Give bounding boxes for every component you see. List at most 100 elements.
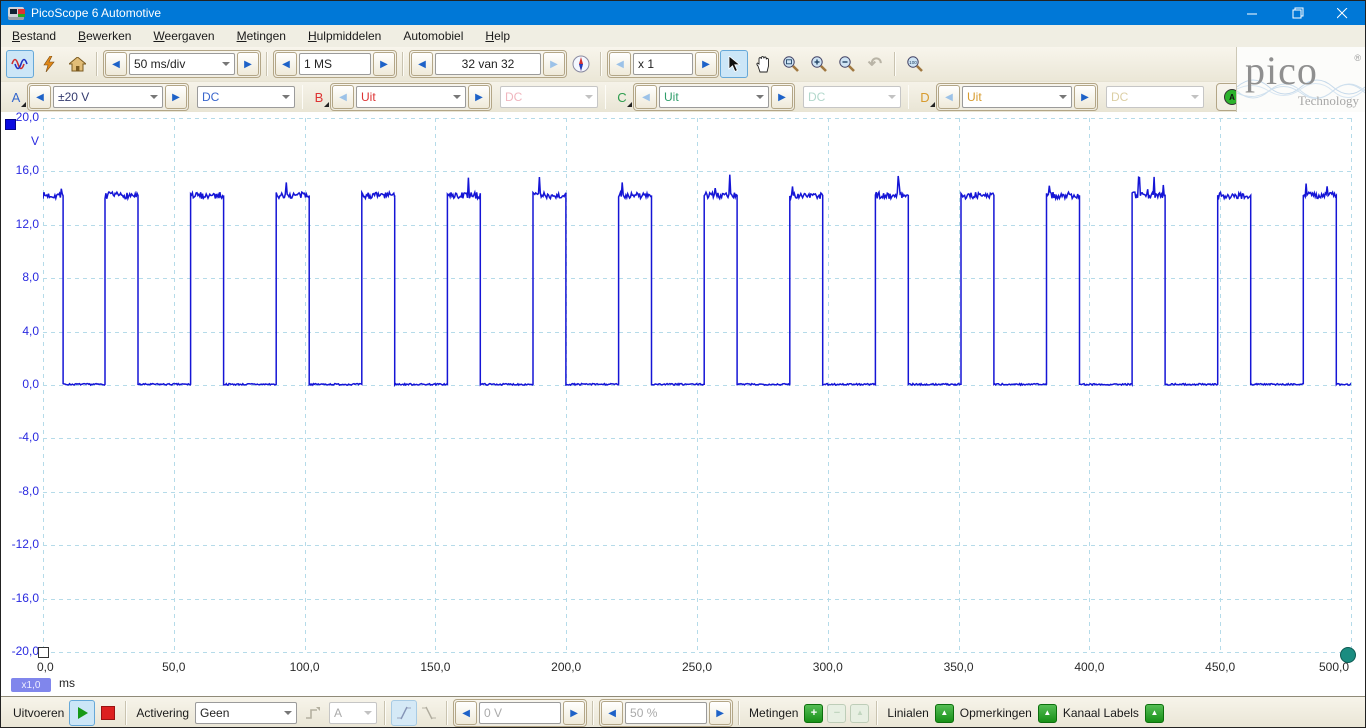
zoom-in-icon[interactable]	[806, 51, 832, 77]
channel-c-coupling-select[interactable]: DC	[803, 86, 901, 108]
home-icon[interactable]	[64, 51, 90, 77]
x-tick-label: 150,0	[405, 660, 465, 674]
menu-item-metingen[interactable]: Metingen	[226, 26, 297, 46]
samples-next-button[interactable]: ▶	[373, 52, 395, 76]
channel-b-range-select[interactable]: Uit	[356, 86, 466, 108]
channel-d-range-prev-button[interactable]: ◀	[938, 85, 960, 109]
chevron-down-icon	[150, 95, 158, 99]
app-window: PicoScope 6 Automotive BestandBewerkenWe…	[0, 0, 1366, 728]
zoom-factor-input[interactable]: x 1	[633, 53, 693, 75]
menu-item-hulpmiddelen[interactable]: Hulpmiddelen	[297, 26, 392, 46]
channel-a-range-prev-button[interactable]: ◀	[29, 85, 51, 109]
scope-view[interactable]: 20,016,012,08,04,00,0-4,0-8,0-12,0-16,0-…	[1, 112, 1366, 696]
menu-item-bestand[interactable]: Bestand	[1, 26, 67, 46]
trigger-marker-icon[interactable]	[300, 700, 326, 726]
window-title: PicoScope 6 Automotive	[31, 6, 1230, 20]
trigger-mode-select[interactable]: Geen	[195, 702, 297, 724]
channel-a-range-next-button[interactable]: ▶	[165, 85, 187, 109]
x-tick-label: 450,0	[1190, 660, 1250, 674]
channel-a-range-select[interactable]: ±20 V	[53, 86, 163, 108]
pretrigger-up-button[interactable]: ▶	[709, 701, 731, 725]
falling-edge-icon[interactable]	[417, 701, 441, 725]
channel-b-menu-button[interactable]: B	[308, 86, 330, 108]
app-icon	[8, 7, 24, 20]
notes-panel-button[interactable]: ▲	[1038, 704, 1057, 723]
y-tick-label: 12,0	[1, 217, 39, 231]
trigger-level-up-button[interactable]: ▶	[563, 701, 585, 725]
pretrigger-group: ◀ 50 % ▶	[599, 699, 733, 727]
compass-navigator-icon[interactable]	[568, 51, 594, 77]
trigger-level-down-button[interactable]: ◀	[455, 701, 477, 725]
channel-a-coupling-select[interactable]: DC	[197, 86, 295, 108]
y-tick-label: 8,0	[1, 270, 39, 284]
measurements-panel-button[interactable]: ▲	[850, 704, 869, 723]
pretrigger-input[interactable]: 50 %	[625, 702, 707, 724]
rising-edge-icon[interactable]	[391, 700, 417, 726]
chevron-down-icon	[282, 95, 290, 99]
channel-b-coupling-select[interactable]: DC	[500, 86, 598, 108]
pan-hand-icon[interactable]	[750, 51, 776, 77]
channel-b-range-next-button[interactable]: ▶	[468, 85, 490, 109]
x-tick-label: 0,0	[37, 660, 54, 674]
channel-a-axis-marker[interactable]	[5, 119, 16, 130]
pico-logo: pico ® Technology	[1236, 47, 1365, 113]
timebase-next-button[interactable]: ▶	[237, 52, 259, 76]
logo-subtext: Technology	[1298, 93, 1359, 109]
menu-item-bewerken[interactable]: Bewerken	[67, 26, 142, 46]
zoom-next-button[interactable]: ▶	[695, 52, 717, 76]
select-cursor-icon[interactable]	[720, 50, 748, 78]
run-button[interactable]	[69, 700, 95, 726]
axis-origin-handle[interactable]	[38, 647, 49, 658]
channel-d-menu-button[interactable]: D	[914, 86, 936, 108]
channel-b-range-prev-button[interactable]: ◀	[332, 85, 354, 109]
zoom-out-icon[interactable]	[834, 51, 860, 77]
channel-c-range-prev-button[interactable]: ◀	[635, 85, 657, 109]
channel-d-coupling-select[interactable]: DC	[1106, 86, 1204, 108]
waveform-view-icon[interactable]	[6, 50, 34, 78]
x-tick-label: 500,0	[1289, 660, 1349, 674]
zoom-factor-group: ◀ x 1 ▶	[607, 50, 719, 78]
menu-item-weergaven[interactable]: Weergaven	[142, 26, 225, 46]
trigger-level-input[interactable]: 0 V	[479, 702, 561, 724]
buffer-prev-button[interactable]: ◀	[411, 52, 433, 76]
channel-b-range-value: Uit	[361, 90, 376, 104]
channel-labels-panel-button[interactable]: ▲	[1145, 704, 1164, 723]
add-measurement-button[interactable]: +	[804, 704, 823, 723]
zoom-100-icon[interactable]: 100	[902, 51, 928, 77]
channel-d-range-next-button[interactable]: ▶	[1074, 85, 1096, 109]
trigger-end-marker[interactable]	[1340, 647, 1356, 663]
samples-prev-button[interactable]: ◀	[275, 52, 297, 76]
close-button[interactable]	[1320, 1, 1365, 25]
y-tick-label: -12,0	[1, 537, 39, 551]
zoom-prev-button[interactable]: ◀	[609, 52, 631, 76]
channel-d-range-value: Uit	[967, 90, 982, 104]
channel-c-menu-button[interactable]: C	[611, 86, 633, 108]
stop-button[interactable]	[97, 701, 119, 725]
notes-label: Opmerkingen	[960, 706, 1032, 720]
remove-measurement-button[interactable]: −	[827, 704, 846, 723]
auto-setup-icon[interactable]	[36, 51, 62, 77]
buffer-indicator[interactable]: 32 van 32	[435, 53, 541, 75]
chevron-down-icon	[585, 95, 593, 99]
restore-button[interactable]	[1275, 1, 1320, 25]
zoom-window-icon[interactable]	[778, 51, 804, 77]
rulers-panel-button[interactable]: ▲	[935, 704, 954, 723]
pretrigger-down-button[interactable]: ◀	[601, 701, 623, 725]
undo-icon[interactable]: ↶	[862, 51, 888, 77]
channel-c-range-next-button[interactable]: ▶	[771, 85, 793, 109]
channels-toolbar: A◀±20 V▶DCB◀Uit▶DCC◀Uit▶DCD◀Uit▶DCAB▼	[1, 82, 1243, 113]
trigger-source-select[interactable]: A	[329, 702, 377, 724]
x-scale-badge: x1,0	[11, 678, 51, 692]
buffer-next-button[interactable]: ▶	[543, 52, 565, 76]
menu-item-help[interactable]: Help	[474, 26, 521, 46]
chevron-down-icon	[364, 711, 372, 715]
minimize-button[interactable]	[1230, 1, 1275, 25]
timebase-prev-button[interactable]: ◀	[105, 52, 127, 76]
menu-item-automobiel[interactable]: Automobiel	[392, 26, 474, 46]
grid-vline	[1351, 118, 1352, 652]
timebase-select[interactable]: 50 ms/div	[129, 53, 235, 75]
channel-d-range-select[interactable]: Uit	[962, 86, 1072, 108]
channel-a-menu-button[interactable]: A	[5, 86, 27, 108]
channel-c-range-select[interactable]: Uit	[659, 86, 769, 108]
samples-input[interactable]: 1 MS	[299, 53, 371, 75]
